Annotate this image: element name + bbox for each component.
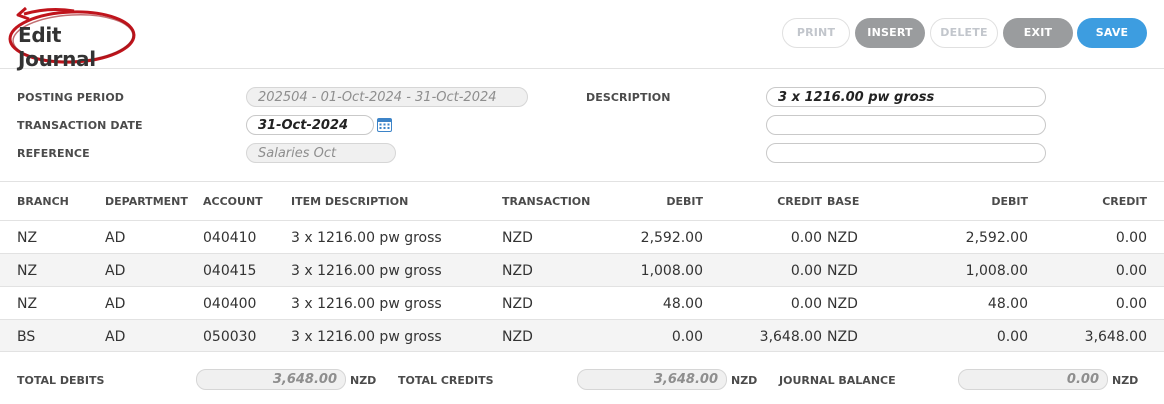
section-divider bbox=[0, 181, 1164, 182]
column-header-base: BASE bbox=[827, 195, 860, 208]
cell-item-description: 3 x 1216.00 pw gross bbox=[291, 263, 442, 279]
total-credits-field: 3,648.00 bbox=[577, 369, 727, 390]
total-debits-field: 3,648.00 bbox=[196, 369, 346, 390]
cell-base-debit: 48.00 bbox=[987, 296, 1028, 312]
cell-base-credit: 3,648.00 bbox=[1084, 329, 1147, 345]
cell-transaction: NZD bbox=[502, 230, 533, 246]
cell-item-description: 3 x 1216.00 pw gross bbox=[291, 296, 442, 312]
table-row[interactable]: NZ AD 040410 3 x 1216.00 pw gross NZD 2,… bbox=[0, 220, 1164, 253]
total-credits-currency: NZD bbox=[731, 374, 758, 387]
column-header-department: DEPARTMENT bbox=[105, 195, 188, 208]
cell-base-debit: 2,592.00 bbox=[965, 230, 1028, 246]
calendar-icon[interactable] bbox=[377, 117, 392, 132]
journal-balance-field: 0.00 bbox=[958, 369, 1108, 390]
column-header-base-credit: CREDIT bbox=[1102, 195, 1147, 208]
exit-button[interactable]: EXIT bbox=[1003, 18, 1073, 48]
cell-branch: BS bbox=[17, 329, 36, 345]
header-bar: Edit Journal PRINT INSERT DELETE EXIT SA… bbox=[0, 0, 1164, 71]
table-row[interactable]: BS AD 050030 3 x 1216.00 pw gross NZD 0.… bbox=[0, 319, 1164, 352]
cell-base-credit: 0.00 bbox=[1115, 230, 1147, 246]
print-button[interactable]: PRINT bbox=[782, 18, 850, 48]
cell-debit: 2,592.00 bbox=[640, 230, 703, 246]
column-header-debit: DEBIT bbox=[666, 195, 703, 208]
total-debits-currency: NZD bbox=[350, 374, 377, 387]
cell-base: NZD bbox=[827, 329, 858, 345]
column-header-transaction: TRANSACTION bbox=[502, 195, 591, 208]
cell-debit: 0.00 bbox=[671, 329, 703, 345]
reference-field[interactable]: Salaries Oct bbox=[246, 143, 396, 163]
cell-transaction: NZD bbox=[502, 263, 533, 279]
cell-department: AD bbox=[105, 230, 126, 246]
posting-period-field[interactable]: 202504 - 01-Oct-2024 - 31-Oct-2024 bbox=[246, 87, 528, 107]
description-line-2-field[interactable] bbox=[766, 115, 1046, 135]
table-row[interactable]: NZ AD 040400 3 x 1216.00 pw gross NZD 48… bbox=[0, 286, 1164, 319]
cell-base: NZD bbox=[827, 230, 858, 246]
cell-credit: 0.00 bbox=[790, 296, 822, 312]
journal-balance-label: JOURNAL BALANCE bbox=[779, 374, 896, 387]
cell-item-description: 3 x 1216.00 pw gross bbox=[291, 329, 442, 345]
cell-base-debit: 1,008.00 bbox=[965, 263, 1028, 279]
column-header-account: ACCOUNT bbox=[203, 195, 263, 208]
cell-base: NZD bbox=[827, 296, 858, 312]
cell-account: 040415 bbox=[203, 263, 257, 279]
cell-account: 050030 bbox=[203, 329, 257, 345]
cell-credit: 3,648.00 bbox=[759, 329, 822, 345]
posting-period-label: POSTING PERIOD bbox=[17, 91, 125, 104]
cell-department: AD bbox=[105, 329, 126, 345]
column-header-base-debit: DEBIT bbox=[991, 195, 1028, 208]
save-button[interactable]: SAVE bbox=[1077, 18, 1147, 48]
page-title-area: Edit Journal bbox=[6, 2, 138, 71]
cell-debit: 48.00 bbox=[662, 296, 703, 312]
cell-transaction: NZD bbox=[502, 329, 533, 345]
cell-base-credit: 0.00 bbox=[1115, 296, 1147, 312]
description-label: DESCRIPTION bbox=[586, 91, 671, 104]
description-field[interactable]: 3 x 1216.00 pw gross bbox=[766, 87, 1046, 107]
cell-department: AD bbox=[105, 263, 126, 279]
insert-button[interactable]: INSERT bbox=[855, 18, 925, 48]
cell-branch: NZ bbox=[17, 230, 38, 246]
transaction-date-field[interactable]: 31-Oct-2024 bbox=[246, 115, 374, 135]
description-line-3-field[interactable] bbox=[766, 143, 1046, 163]
column-header-branch: BRANCH bbox=[17, 195, 69, 208]
cell-base: NZD bbox=[827, 263, 858, 279]
reference-label: REFERENCE bbox=[17, 147, 90, 160]
cell-account: 040410 bbox=[203, 230, 257, 246]
cell-debit: 1,008.00 bbox=[640, 263, 703, 279]
transaction-date-label: TRANSACTION DATE bbox=[17, 119, 143, 132]
page-title: Edit Journal bbox=[18, 23, 96, 71]
cell-item-description: 3 x 1216.00 pw gross bbox=[291, 230, 442, 246]
delete-button[interactable]: DELETE bbox=[930, 18, 998, 48]
cell-base-credit: 0.00 bbox=[1115, 263, 1147, 279]
journal-balance-currency: NZD bbox=[1112, 374, 1139, 387]
total-credits-label: TOTAL CREDITS bbox=[398, 374, 494, 387]
column-header-item-description: ITEM DESCRIPTION bbox=[291, 195, 409, 208]
column-header-credit: CREDIT bbox=[777, 195, 822, 208]
total-debits-label: TOTAL DEBITS bbox=[17, 374, 105, 387]
cell-transaction: NZD bbox=[502, 296, 533, 312]
cell-account: 040400 bbox=[203, 296, 257, 312]
cell-credit: 0.00 bbox=[790, 230, 822, 246]
table-row[interactable]: NZ AD 040415 3 x 1216.00 pw gross NZD 1,… bbox=[0, 253, 1164, 286]
cell-department: AD bbox=[105, 296, 126, 312]
cell-base-debit: 0.00 bbox=[996, 329, 1028, 345]
cell-branch: NZ bbox=[17, 263, 38, 279]
cell-branch: NZ bbox=[17, 296, 38, 312]
cell-credit: 0.00 bbox=[790, 263, 822, 279]
